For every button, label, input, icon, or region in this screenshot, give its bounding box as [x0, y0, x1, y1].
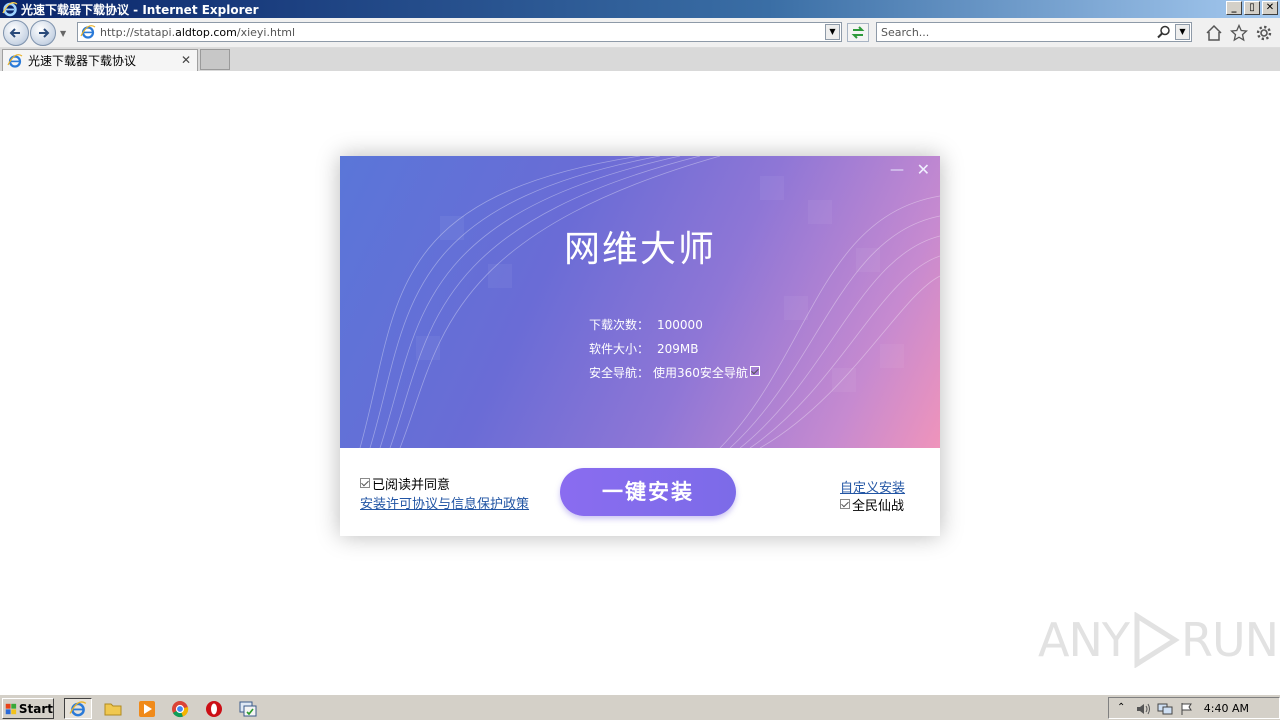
new-tab-button[interactable]	[200, 49, 230, 70]
navigation-bar: ▼ http://statapi.aldtop.com/xieyi.html ▼…	[0, 18, 1280, 48]
forward-arrow-icon	[39, 28, 50, 38]
info-value: 100000	[657, 318, 703, 332]
policy-link[interactable]: 安装许可协议与信息保护政策	[360, 493, 529, 512]
dialog-close-button[interactable]: ✕	[917, 160, 930, 179]
ie-tab-icon	[7, 53, 23, 68]
refresh-icon	[851, 26, 865, 39]
window-titlebar: 光速下载器下载协议 - Internet Explorer _ ▯ ✕	[0, 0, 1280, 18]
dialog-minimize-button[interactable]: —	[890, 162, 904, 178]
bundle-checkbox[interactable]	[840, 499, 850, 509]
info-key: 下载次数：	[589, 318, 650, 332]
address-url[interactable]: http://statapi.aldtop.com/xieyi.html	[100, 26, 295, 39]
url-domain: aldtop.com	[175, 25, 237, 39]
forward-button[interactable]	[30, 20, 56, 46]
taskbar-opera[interactable]	[200, 698, 228, 719]
back-arrow-icon	[9, 28, 20, 38]
windows-logo-icon	[5, 703, 17, 714]
taskbar-explorer[interactable]	[99, 698, 127, 719]
agree-checkbox[interactable]	[360, 478, 370, 488]
tab-bar: 光速下载器下载协议 ✕	[0, 48, 1280, 71]
anyrun-watermark: ANY RUN	[1038, 612, 1279, 668]
agree-row: 已阅读并同意	[360, 474, 450, 493]
taskbar-chrome[interactable]	[166, 698, 194, 719]
info-list: 下载次数： 100000 软件大小： 209MB 安全导航： 使用360安全导航	[589, 313, 762, 385]
url-path: /xieyi.html	[236, 25, 296, 39]
volume-icon[interactable]	[1135, 702, 1151, 716]
search-dropdown-icon[interactable]: ▼	[1175, 24, 1190, 40]
bundle-row: 全民仙战	[840, 495, 904, 514]
history-dropdown-icon[interactable]: ▼	[60, 29, 66, 38]
close-button[interactable]: ✕	[1262, 1, 1278, 15]
taskbar-ie[interactable]	[64, 698, 92, 719]
back-button[interactable]	[3, 20, 29, 46]
start-button[interactable]: Start	[2, 698, 54, 719]
window-title: 光速下载器下载协议 - Internet Explorer	[21, 2, 259, 17]
play-logo-icon	[1134, 612, 1180, 668]
tab-close-icon[interactable]: ✕	[181, 53, 191, 67]
clock[interactable]: 4:40 AM	[1204, 702, 1249, 715]
action-center-flag-icon[interactable]	[1179, 702, 1195, 716]
chrome-icon	[172, 700, 189, 717]
installer-hero: — ✕ 网维大师 下载次数： 100000 软件大小： 209MB 安全导航： 使用3…	[340, 156, 940, 448]
custom-install-link[interactable]: 自定义安装	[840, 477, 905, 496]
url-prefix: http://statapi.	[100, 25, 176, 39]
settings-gear-icon[interactable]	[1255, 24, 1273, 42]
one-click-install-button[interactable]: 一键安装	[560, 468, 736, 516]
watermark-text-right: RUN	[1180, 613, 1279, 667]
search-icon[interactable]	[1157, 25, 1171, 39]
folder-icon	[104, 703, 122, 715]
info-row-downloads: 下载次数： 100000	[589, 313, 762, 337]
system-tray: ⌃ 4:40 AM	[1108, 697, 1280, 719]
minimize-button[interactable]: _	[1226, 1, 1242, 15]
bundle-label: 全民仙战	[852, 499, 905, 514]
favorites-star-icon[interactable]	[1230, 24, 1248, 42]
tab-active[interactable]: 光速下载器下载协议 ✕	[2, 49, 198, 71]
task-icon	[239, 701, 257, 716]
refresh-button[interactable]	[847, 23, 869, 42]
taskbar-media-player[interactable]	[133, 698, 161, 719]
home-icon[interactable]	[1205, 24, 1223, 42]
info-row-size: 软件大小： 209MB	[589, 337, 762, 361]
decorative-waves	[359, 156, 940, 448]
nav-checkbox[interactable]	[749, 366, 760, 376]
media-player-icon	[139, 700, 155, 717]
search-placeholder: Search...	[881, 25, 930, 39]
opera-icon	[206, 700, 222, 717]
watermark-text-left: ANY	[1038, 613, 1130, 667]
ie-page-icon	[80, 25, 96, 39]
info-value: 209MB	[657, 342, 699, 356]
address-bar[interactable]: http://statapi.aldtop.com/xieyi.html ▼	[77, 22, 842, 42]
info-key: 安全导航：	[589, 366, 650, 380]
info-row-nav: 安全导航： 使用360安全导航	[589, 361, 762, 385]
maximize-button[interactable]: ▯	[1244, 1, 1260, 15]
show-hidden-icons-icon[interactable]: ⌃	[1117, 702, 1125, 713]
ie-icon	[2, 2, 18, 17]
ie-icon	[69, 700, 87, 716]
taskbar-task[interactable]	[234, 698, 262, 719]
network-icon[interactable]	[1157, 702, 1173, 716]
installer-dialog: — ✕ 网维大师 下载次数： 100000 软件大小： 209MB 安全导航： 使用3…	[340, 156, 940, 536]
agree-label: 已阅读并同意	[372, 478, 451, 493]
info-value: 使用360安全导航	[653, 366, 748, 380]
app-name-title: 网维大师	[563, 229, 716, 270]
address-dropdown-icon[interactable]: ▼	[825, 24, 840, 40]
info-key: 软件大小：	[589, 342, 650, 356]
search-box[interactable]: Search... ▼	[876, 22, 1192, 42]
tab-label: 光速下载器下载协议	[28, 54, 137, 68]
taskbar: Start ⌃ 4:40 AM	[0, 694, 1280, 720]
start-label: Start	[18, 701, 53, 716]
